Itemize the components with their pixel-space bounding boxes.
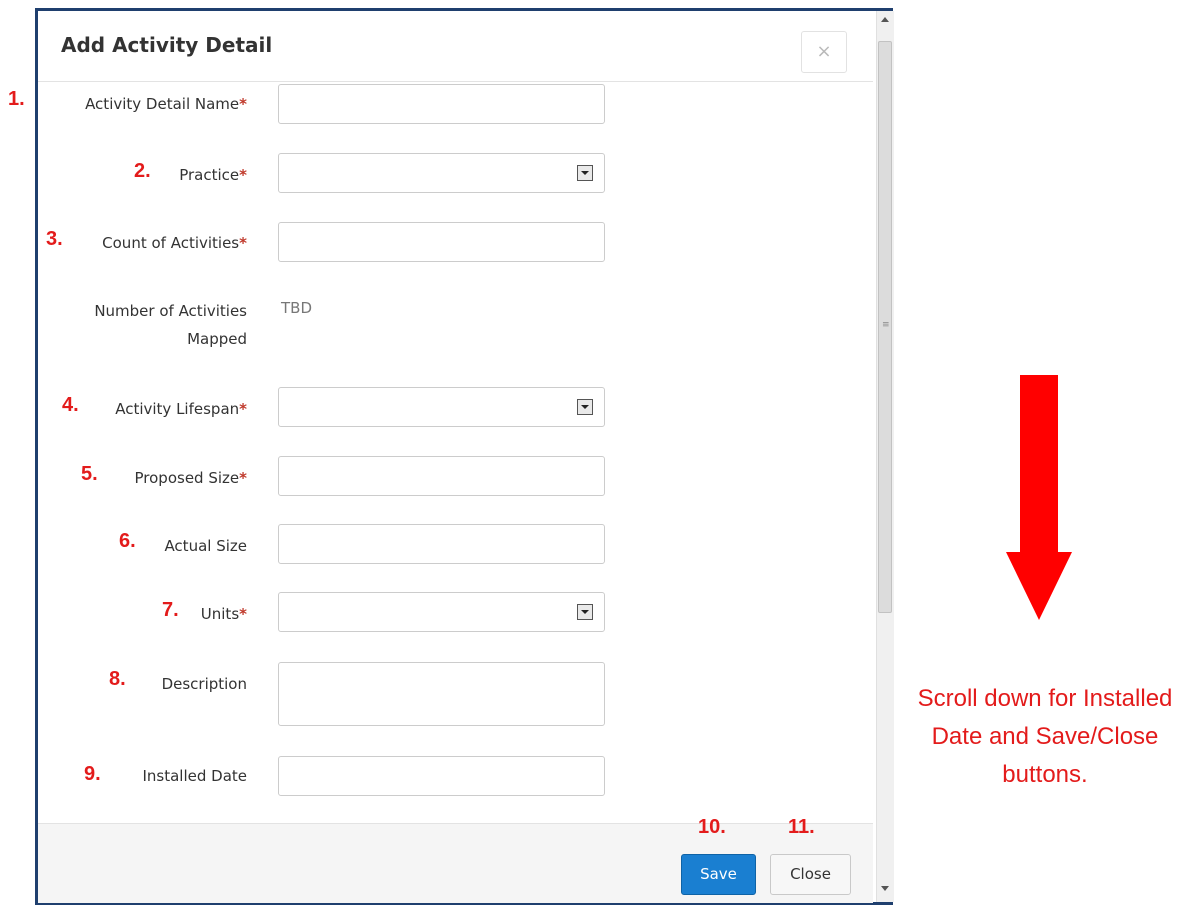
required-marker: * — [239, 400, 247, 418]
installed-date-input[interactable] — [278, 756, 605, 796]
scroll-up-arrow-icon[interactable] — [881, 17, 889, 22]
activity-lifespan-label-text: Activity Lifespan — [115, 400, 240, 418]
scroll-hint-note: Scroll down for Installed Date and Save/… — [917, 685, 1173, 788]
activity-detail-name-label: Activity Detail Name* — [85, 95, 247, 113]
proposed-size-label-text: Proposed Size — [134, 469, 240, 487]
units-select[interactable] — [278, 592, 605, 632]
number-of-activities-mapped-label: Number of Activities Mapped — [94, 302, 247, 348]
annotation-number-3: 3. — [46, 228, 63, 250]
activity-detail-name-label-text: Activity Detail Name — [85, 95, 240, 113]
annotation-number-6: 6. — [119, 530, 136, 552]
actual-size-input[interactable] — [278, 524, 605, 564]
description-textarea[interactable] — [278, 662, 605, 726]
dialog-title: Add Activity Detail — [61, 33, 273, 57]
units-label: Units* — [201, 605, 247, 623]
dialog-header: Add Activity Detail × — [38, 11, 873, 82]
proposed-size-input[interactable] — [278, 456, 605, 496]
proposed-size-label: Proposed Size* — [135, 469, 247, 487]
dropdown-arrow-icon[interactable] — [577, 604, 593, 620]
practice-label-text: Practice — [179, 166, 240, 184]
number-of-activities-mapped-value: TBD — [281, 299, 313, 317]
practice-select[interactable] — [278, 153, 605, 193]
required-marker: * — [239, 605, 247, 623]
vertical-scrollbar[interactable]: ≡ — [876, 11, 894, 902]
units-label-text: Units — [200, 605, 240, 623]
activity-detail-dialog: Add Activity Detail × Activity Detail Na… — [35, 8, 894, 905]
required-marker: * — [239, 166, 247, 184]
installed-date-label: Installed Date — [142, 767, 247, 785]
scrollbar-thumb[interactable]: ≡ — [878, 41, 892, 613]
down-arrow-icon — [1020, 375, 1058, 555]
annotation-number-4: 4. — [62, 394, 79, 416]
required-marker: * — [239, 469, 247, 487]
annotation-number-8: 8. — [109, 668, 126, 690]
description-label: Description — [161, 675, 247, 693]
activity-lifespan-select[interactable] — [278, 387, 605, 427]
count-of-activities-label: Count of Activities* — [102, 234, 247, 252]
save-button[interactable]: Save — [681, 854, 756, 895]
annotation-number-7: 7. — [162, 599, 179, 621]
practice-label: Practice* — [179, 166, 247, 184]
activity-detail-name-input[interactable] — [278, 84, 605, 124]
required-marker: * — [239, 234, 247, 252]
annotation-number-9: 9. — [84, 763, 101, 785]
scroll-grip-icon: ≡ — [882, 320, 890, 330]
annotation-number-11: 11. — [788, 816, 815, 838]
dropdown-arrow-icon[interactable] — [577, 165, 593, 181]
count-of-activities-input[interactable] — [278, 222, 605, 262]
required-marker: * — [239, 95, 247, 113]
count-of-activities-label-text: Count of Activities — [102, 234, 240, 252]
annotation-number-2: 2. — [134, 160, 151, 182]
activity-lifespan-label: Activity Lifespan* — [115, 400, 247, 418]
close-icon[interactable]: × — [801, 31, 847, 73]
annotation-number-10: 10. — [698, 816, 726, 838]
annotation-number-1: 1. — [8, 88, 25, 110]
down-arrow-head-icon — [1006, 552, 1072, 620]
annotation-number-5: 5. — [81, 463, 98, 485]
scroll-down-arrow-icon[interactable] — [881, 886, 889, 891]
dropdown-arrow-icon[interactable] — [577, 399, 593, 415]
actual-size-label: Actual Size — [164, 537, 247, 555]
close-button[interactable]: Close — [770, 854, 851, 895]
